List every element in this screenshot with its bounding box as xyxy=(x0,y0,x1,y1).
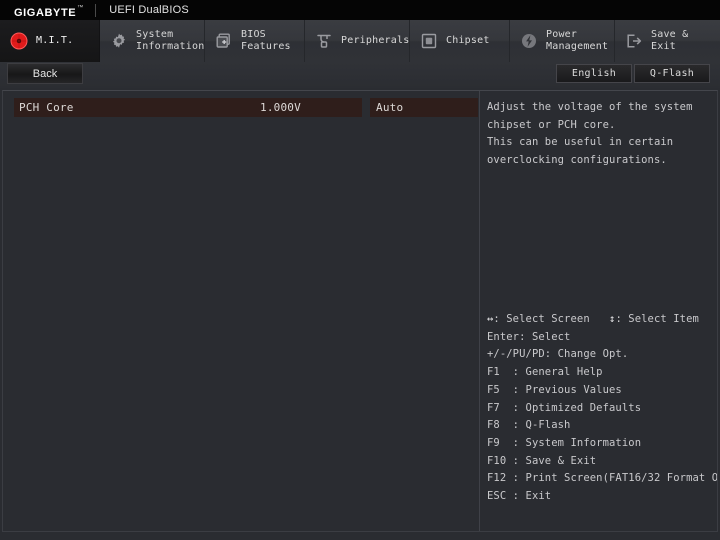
tab-system-information-label: System Information xyxy=(136,29,204,53)
setting-value-field[interactable]: Auto xyxy=(370,98,478,117)
help-pane: Adjust the voltage of the system chipset… xyxy=(480,91,718,531)
tab-system-information[interactable]: System Information xyxy=(100,20,205,62)
key-hint-row: F1 : General Help xyxy=(487,364,718,382)
trademark-symbol: ™ xyxy=(77,5,83,11)
chipset-icon xyxy=(419,31,439,51)
key-hint-row: ↔: Select Screen ↕: Select Item xyxy=(487,311,718,329)
tab-peripherals-label: Peripherals xyxy=(341,35,409,47)
setting-value-text: Auto xyxy=(370,101,403,114)
lightning-icon xyxy=(519,31,539,51)
key-hint-row: F7 : Optimized Defaults xyxy=(487,400,718,418)
tab-chipset[interactable]: Chipset xyxy=(410,20,510,62)
plug-icon xyxy=(314,31,334,51)
key-hints: ↔: Select Screen ↕: Select Item Enter: S… xyxy=(480,311,718,506)
gigabyte-logo-text: GIGABYTE xyxy=(0,7,76,19)
language-button[interactable]: English xyxy=(556,64,632,83)
key-hint-row: F8 : Q-Flash xyxy=(487,417,718,435)
main-tab-bar: M.I.T. System Information xyxy=(0,20,720,62)
tab-peripherals[interactable]: Peripherals xyxy=(305,20,410,62)
tab-chipset-label: Chipset xyxy=(446,35,490,47)
settings-list: PCH Core 1.000V Auto xyxy=(3,91,479,531)
key-hint-row: Enter: Select xyxy=(487,329,718,347)
key-hint-row: F5 : Previous Values xyxy=(487,382,718,400)
tab-bios-features-label: BIOS Features xyxy=(241,29,291,53)
brand-divider xyxy=(95,4,96,17)
setting-current-value: 1.000V xyxy=(260,101,301,114)
key-hint-row: F9 : System Information xyxy=(487,435,718,453)
chip-plus-icon xyxy=(214,31,234,51)
tab-power-management[interactable]: Power Management xyxy=(510,20,615,62)
setting-name-cell[interactable]: PCH Core 1.000V xyxy=(14,98,362,117)
key-hint-row: F12 : Print Screen(FAT16/32 Format Only) xyxy=(487,470,718,488)
tab-save-and-exit[interactable]: Save & Exit xyxy=(615,20,720,62)
action-bar: Back English Q-Flash xyxy=(0,62,720,88)
table-row[interactable]: PCH Core 1.000V Auto xyxy=(3,98,479,117)
key-hint-text: : Select Screen xyxy=(493,313,609,325)
setting-label: PCH Core xyxy=(14,101,74,114)
help-description-line: Adjust the voltage of the system xyxy=(487,99,716,117)
tab-power-management-label: Power Management xyxy=(546,29,608,53)
gigabyte-logo: GIGABYTE™ xyxy=(0,1,83,20)
bios-screen: GIGABYTE™ UEFI DualBIOS M.I.T. xyxy=(0,0,720,540)
tab-mit[interactable]: M.I.T. xyxy=(0,20,100,62)
key-hint-row: +/-/PU/PD: Change Opt. xyxy=(487,346,718,364)
help-description-line: chipset or PCH core. xyxy=(487,117,716,135)
back-button[interactable]: Back xyxy=(7,63,83,84)
key-hint-row: F10 : Save & Exit xyxy=(487,453,718,471)
exit-arrow-icon xyxy=(624,31,644,51)
brand-bar: GIGABYTE™ UEFI DualBIOS xyxy=(0,0,720,20)
tab-save-and-exit-label: Save & Exit xyxy=(651,29,711,53)
gear-icon xyxy=(109,31,129,51)
main-panel: PCH Core 1.000V Auto Adjust the voltage … xyxy=(2,90,718,532)
brand-subtitle: UEFI DualBIOS xyxy=(109,4,189,16)
help-description-line: overclocking configurations. xyxy=(487,152,716,170)
red-target-icon xyxy=(9,31,29,51)
qflash-button[interactable]: Q-Flash xyxy=(634,64,710,83)
key-hint-text: : Select Item xyxy=(615,313,698,325)
help-description: Adjust the voltage of the system chipset… xyxy=(480,99,716,169)
tab-mit-label: M.I.T. xyxy=(36,35,73,47)
help-description-line: This can be useful in certain xyxy=(487,134,716,152)
tab-bios-features[interactable]: BIOS Features xyxy=(205,20,305,62)
key-hint-row: ESC : Exit xyxy=(487,488,718,506)
